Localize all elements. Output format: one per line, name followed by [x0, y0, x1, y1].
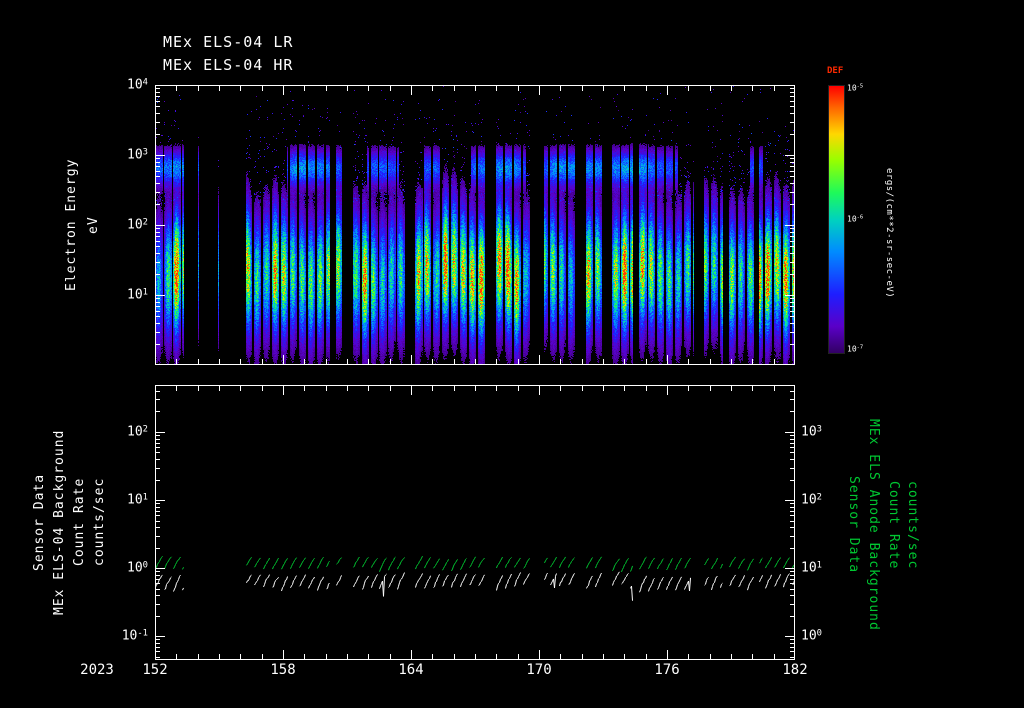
tick-label: 102: [127, 217, 148, 233]
tick-label: 100: [801, 628, 822, 644]
x-axis-year-label: 2023: [80, 662, 114, 678]
tick-label: 101: [127, 287, 148, 303]
spectrogram-canvas: [155, 85, 795, 365]
right-label-anode-background: MEx ELS Anode Background: [866, 419, 881, 631]
right-label-count-rate: Count Rate: [886, 480, 901, 570]
plot-title-hr: MEx ELS-04 HR: [163, 56, 294, 74]
colorbar: [828, 85, 845, 354]
left-label-els04-background: MEx ELS-04 Background: [52, 429, 67, 615]
x-tick-label: 164: [398, 662, 424, 678]
plot-title-lr: MEx ELS-04 LR: [163, 33, 294, 51]
tick-label: 10-1: [121, 628, 148, 644]
tick-label: 10-6: [847, 214, 864, 223]
y-axis-label-electron-energy: Electron Energy: [64, 158, 79, 292]
x-tick-label: 170: [526, 662, 552, 678]
left-label-sensor-data: Sensor Data: [32, 473, 47, 571]
colorbar-units-label: ergs/(cm**2-sr-sec-eV): [884, 167, 894, 299]
tick-label: 10-7: [847, 344, 864, 354]
x-tick-label: 158: [270, 662, 296, 678]
x-tick-label: 182: [782, 662, 808, 678]
tick-label: 104: [127, 77, 148, 93]
colorbar-title: DEF: [827, 66, 844, 76]
left-label-counts-per-sec: counts/sec: [92, 477, 107, 567]
left-label-count-rate: Count Rate: [72, 477, 87, 567]
plot-page: MEx ELS-04 LR MEx ELS-04 HR Electron Ene…: [0, 0, 1024, 708]
tick-label: 103: [801, 424, 822, 440]
tick-label: 101: [801, 560, 822, 576]
count-rate-canvas: [155, 385, 795, 660]
tick-label: 102: [801, 492, 822, 508]
tick-label: 101: [127, 492, 148, 508]
right-label-counts-per-sec: counts/sec: [905, 480, 920, 570]
x-tick-label: 152: [142, 662, 168, 678]
x-tick-label: 176: [654, 662, 680, 678]
tick-label: 100: [127, 560, 148, 576]
tick-label: 102: [127, 424, 148, 440]
tick-label: 10-5: [847, 83, 864, 93]
tick-label: 103: [127, 147, 148, 163]
